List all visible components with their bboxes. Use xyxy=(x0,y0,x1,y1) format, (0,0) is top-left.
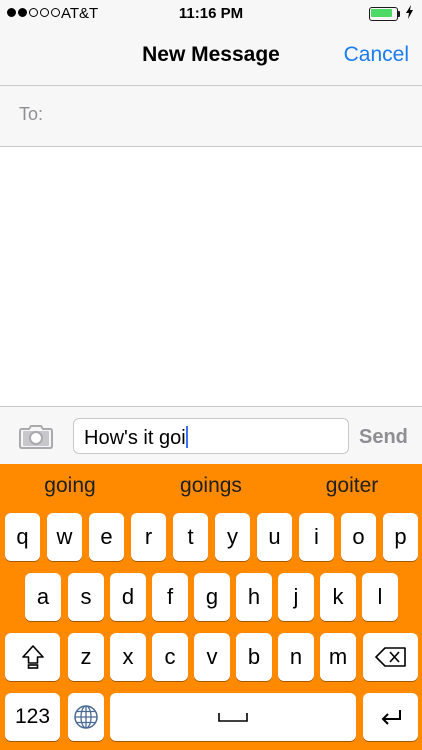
key-w[interactable]: w xyxy=(47,513,82,561)
charging-bolt-icon xyxy=(405,5,414,22)
key-label: n xyxy=(289,644,303,669)
key-label: g xyxy=(205,584,219,609)
key-q[interactable]: q xyxy=(5,513,40,561)
return-icon xyxy=(381,710,401,725)
key-label: f xyxy=(166,584,174,609)
navigation-bar: New Message Cancel xyxy=(0,28,422,86)
key-h[interactable]: h xyxy=(236,573,272,621)
key-z[interactable]: z xyxy=(68,633,104,681)
message-text: How's it goi xyxy=(84,427,186,449)
key-g[interactable]: g xyxy=(194,573,230,621)
key-p[interactable]: p xyxy=(383,513,418,561)
key-x[interactable]: x xyxy=(110,633,146,681)
key-label: r xyxy=(144,524,153,549)
key-label: d xyxy=(121,584,135,609)
key-j[interactable]: j xyxy=(278,573,314,621)
key-f[interactable]: f xyxy=(152,573,188,621)
key-a[interactable]: a xyxy=(25,573,61,621)
shift-key[interactable] xyxy=(5,633,60,681)
key-d[interactable]: d xyxy=(110,573,146,621)
message-input[interactable]: How's it goi xyxy=(73,418,349,454)
key-i[interactable]: i xyxy=(299,513,334,561)
key-label: s xyxy=(80,584,92,609)
key-u[interactable]: u xyxy=(257,513,292,561)
key-n[interactable]: n xyxy=(278,633,314,681)
space-icon xyxy=(218,713,248,722)
key-label: j xyxy=(293,584,299,609)
key-label: z xyxy=(80,644,92,669)
return-key[interactable] xyxy=(363,693,418,741)
key-label: t xyxy=(187,524,194,549)
battery-level xyxy=(371,9,392,17)
key-label: k xyxy=(332,584,344,609)
status-time: 11:16 PM xyxy=(178,5,244,22)
key-label: y xyxy=(227,524,238,549)
suggestion-item[interactable]: goiter xyxy=(282,474,422,498)
recipient-input[interactable] xyxy=(60,96,414,138)
numbers-key[interactable]: 123 xyxy=(5,693,60,741)
globe-icon xyxy=(74,705,98,729)
send-button[interactable]: Send xyxy=(359,426,408,449)
backspace-icon xyxy=(374,647,406,667)
status-bar: AT&T 11:16 PM xyxy=(0,0,422,28)
key-e[interactable]: e xyxy=(89,513,124,561)
text-cursor xyxy=(185,426,188,448)
key-s[interactable]: s xyxy=(68,573,104,621)
key-label: p xyxy=(394,524,407,549)
to-label: To: xyxy=(19,104,44,124)
key-l[interactable]: l xyxy=(362,573,398,621)
key-o[interactable]: o xyxy=(341,513,376,561)
key-v[interactable]: v xyxy=(194,633,230,681)
key-b[interactable]: b xyxy=(236,633,272,681)
key-label: q xyxy=(16,524,29,549)
key-label: b xyxy=(247,644,261,669)
key-label: x xyxy=(122,644,134,669)
keyboard: going goings goiter q w e r t y u i o p … xyxy=(0,464,422,750)
suggestion-item[interactable]: goings xyxy=(141,474,281,498)
recipient-row: To: xyxy=(0,86,422,147)
globe-key[interactable] xyxy=(68,693,104,741)
key-label: l xyxy=(377,584,383,609)
delete-key[interactable] xyxy=(363,633,418,681)
key-label: e xyxy=(100,524,113,549)
key-label: a xyxy=(36,584,50,609)
key-c[interactable]: c xyxy=(152,633,188,681)
key-k[interactable]: k xyxy=(320,573,356,621)
key-label: v xyxy=(206,644,218,669)
key-label: m xyxy=(328,644,348,669)
cancel-button[interactable]: Cancel xyxy=(344,43,409,67)
battery-icon xyxy=(369,7,400,21)
key-label: w xyxy=(56,524,73,549)
compose-bar: How's it goi Send xyxy=(0,406,422,465)
key-r[interactable]: r xyxy=(131,513,166,561)
shift-icon xyxy=(21,645,44,669)
conversation-area xyxy=(0,147,422,406)
key-label: c xyxy=(164,644,176,669)
key-m[interactable]: m xyxy=(320,633,356,681)
key-label: i xyxy=(314,524,319,549)
key-y[interactable]: y xyxy=(215,513,250,561)
space-key[interactable] xyxy=(110,693,356,741)
key-t[interactable]: t xyxy=(173,513,208,561)
key-label: 123 xyxy=(14,705,51,728)
key-label: o xyxy=(352,524,365,549)
key-label: u xyxy=(268,524,281,549)
suggestion-item[interactable]: going xyxy=(0,474,140,498)
suggestion-bar: going goings goiter xyxy=(0,464,422,508)
camera-icon[interactable] xyxy=(19,423,53,449)
key-label: h xyxy=(247,584,261,609)
